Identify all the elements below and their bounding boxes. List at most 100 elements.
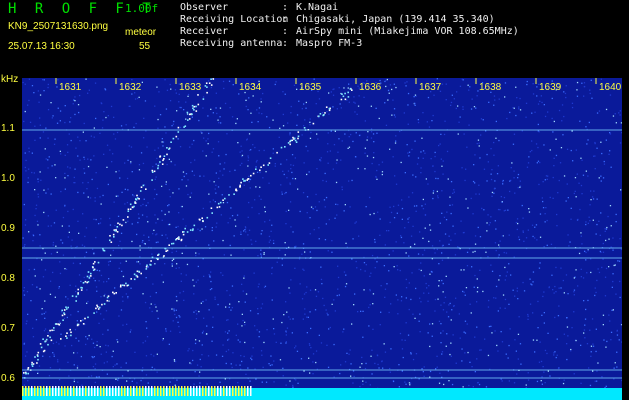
noise-dot (161, 210, 163, 212)
noise-dot (462, 106, 464, 108)
noise-dot (318, 227, 320, 229)
echo-dot (23, 372, 25, 374)
echo-dot (129, 203, 132, 206)
noise-dot (538, 267, 541, 269)
echo-dot (25, 372, 27, 375)
noise-dot (172, 320, 174, 322)
noise-dot (515, 86, 517, 88)
noise-dot (351, 323, 353, 325)
noise-dot (44, 269, 47, 271)
noise-dot (457, 246, 459, 248)
noise-dot (247, 367, 249, 369)
noise-dot (612, 237, 614, 239)
noise-dot (96, 187, 99, 190)
noise-dot (408, 382, 411, 384)
noise-dot (400, 236, 403, 239)
noise-dot (618, 260, 621, 262)
noise-dot (68, 133, 70, 135)
echo-dot (319, 113, 322, 115)
noise-dot (359, 366, 361, 368)
noise-dot (24, 166, 26, 169)
noise-dot (543, 246, 545, 248)
noise-dot (412, 174, 414, 176)
noise-dot (261, 113, 263, 115)
noise-dot (127, 220, 129, 222)
noise-dot (387, 89, 390, 92)
noise-dot (605, 139, 607, 141)
noise-dot (104, 89, 107, 91)
noise-dot (248, 133, 251, 135)
noise-dot (153, 198, 156, 200)
noise-dot (165, 108, 168, 110)
echo-dot (130, 278, 132, 280)
noise-dot (531, 112, 533, 114)
intensity-tick (169, 386, 171, 396)
noise-dot (373, 141, 375, 143)
noise-dot (309, 121, 311, 123)
noise-dot (294, 347, 296, 349)
noise-dot (95, 286, 98, 288)
noise-dot (168, 211, 170, 213)
noise-dot (217, 186, 220, 188)
noise-dot (361, 356, 363, 359)
noise-dot (532, 83, 534, 85)
noise-dot (136, 233, 138, 236)
noise-dot (284, 93, 286, 95)
noise-dot (64, 121, 66, 124)
noise-dot (439, 240, 441, 242)
noise-dot (236, 118, 238, 120)
noise-dot (539, 213, 542, 215)
noise-dot (527, 313, 529, 316)
noise-dot (23, 343, 25, 345)
noise-dot (541, 197, 543, 199)
echo-dot (36, 362, 38, 364)
echo-dot (168, 148, 170, 150)
echo-dot (101, 303, 103, 306)
noise-dot (400, 161, 402, 164)
noise-dot (80, 280, 82, 283)
echo-dot (153, 170, 156, 173)
noise-dot (570, 207, 572, 209)
noise-dot (434, 298, 437, 301)
noise-dot (408, 308, 410, 311)
noise-dot (207, 355, 210, 357)
noise-dot (543, 322, 545, 324)
filename-label: KN9_2507131630.png (8, 21, 109, 32)
echo-dot (188, 113, 191, 116)
noise-dot (83, 158, 86, 160)
noise-dot (381, 171, 384, 173)
noise-dot (422, 157, 424, 159)
noise-dot (322, 297, 324, 300)
noise-dot (297, 188, 299, 190)
noise-dot (139, 249, 141, 251)
noise-dot (206, 325, 208, 327)
noise-dot (380, 311, 382, 313)
intensity-tick (46, 386, 48, 396)
noise-dot (198, 253, 200, 255)
noise-dot (442, 173, 444, 175)
echo-dot (183, 126, 185, 128)
noise-dot (424, 214, 427, 216)
noise-dot (249, 149, 251, 151)
noise-dot (75, 285, 77, 287)
noise-dot (539, 262, 541, 264)
noise-dot (549, 375, 551, 377)
noise-dot (500, 331, 502, 333)
noise-dot (445, 345, 447, 347)
echo-dot (210, 84, 213, 86)
noise-dot (86, 302, 88, 304)
noise-dot (580, 184, 583, 187)
info-key-antenna: Receiving antenna (180, 38, 283, 49)
noise-dot (269, 219, 271, 221)
echo-dot (146, 264, 148, 267)
noise-dot (393, 83, 395, 85)
noise-dot (605, 267, 608, 270)
noise-dot (53, 222, 56, 224)
noise-dot (37, 224, 39, 226)
noise-dot (180, 280, 182, 282)
noise-dot (600, 141, 602, 143)
noise-dot (477, 139, 480, 141)
noise-dot (339, 103, 341, 105)
noise-dot (429, 345, 431, 348)
noise-dot (586, 343, 589, 345)
